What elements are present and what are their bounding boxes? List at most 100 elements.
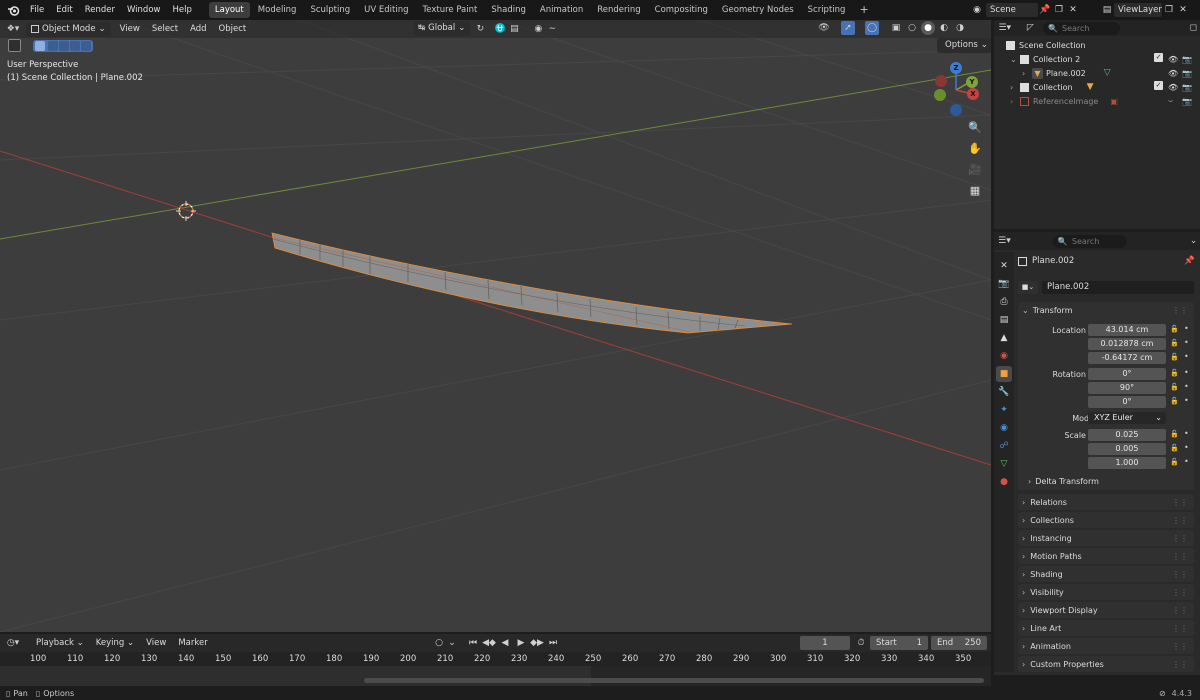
shading-material-icon[interactable]: ◐	[937, 21, 951, 35]
snap-target-icon[interactable]: ▤	[507, 22, 521, 36]
new-view-layer-icon[interactable]: ❐	[1162, 3, 1176, 17]
delete-view-layer-icon[interactable]: ✕	[1176, 3, 1190, 17]
frame-ruler[interactable]: 100 110 120 130 140 150 160 170 180 190 …	[0, 652, 991, 666]
falloff-icon[interactable]: ∼	[545, 22, 559, 36]
properties-options-icon[interactable]: ⌄	[1187, 234, 1200, 248]
select-invert-icon[interactable]	[70, 40, 80, 51]
keyframe-dot-icon[interactable]: •	[1184, 368, 1189, 377]
rotation-mode-dropdown[interactable]: XYZ Euler ⌄	[1088, 412, 1166, 424]
location-y-field[interactable]: 0.012878 cm	[1088, 338, 1166, 350]
object-mode-dropdown[interactable]: Object Mode ⌄	[26, 21, 111, 37]
rotation-y-field[interactable]: 90°	[1088, 382, 1166, 394]
menu-help[interactable]: Help	[166, 0, 197, 20]
shading-solid-icon[interactable]: ●	[921, 21, 935, 35]
jump-start-icon[interactable]: ⏮	[466, 636, 480, 650]
3d-viewport[interactable]: ❖▾ Object Mode ⌄ View Select Add Object …	[0, 20, 991, 632]
gizmo-neg-z-axis[interactable]	[950, 104, 962, 116]
drag-handle-icon[interactable]: ⋮⋮	[1172, 624, 1188, 633]
drag-handle-icon[interactable]: ⋮⋮	[1172, 660, 1188, 669]
checkbox-icon[interactable]: ✓	[1154, 53, 1163, 62]
camera-icon[interactable]: 📷	[1182, 97, 1192, 106]
drag-handle-icon[interactable]: ⋮⋮	[1172, 498, 1188, 507]
checkbox-icon[interactable]: ✓	[1154, 81, 1163, 90]
tab-modeling[interactable]: Modeling	[252, 2, 303, 18]
tab-layout[interactable]: Layout	[208, 2, 250, 18]
camera-icon[interactable]: 📷	[1182, 83, 1192, 92]
camera-icon[interactable]: 📷	[1182, 69, 1192, 78]
tool-tab-icon[interactable]: ✕	[996, 258, 1012, 274]
scene-name[interactable]: Scene	[986, 3, 1038, 17]
shading-panel[interactable]: › Shading ⋮⋮	[1018, 566, 1194, 582]
eye-icon[interactable]: 👁	[1168, 69, 1178, 78]
render-tab-icon[interactable]: 📷	[996, 276, 1012, 292]
keyframe-dot-icon[interactable]: •	[1184, 382, 1189, 391]
line-art-panel[interactable]: › Line Art ⋮⋮	[1018, 620, 1194, 636]
current-frame-field[interactable]: 1	[800, 636, 850, 650]
zoom-icon[interactable]: 🔍	[965, 117, 985, 137]
timeline-track-area[interactable]	[0, 666, 991, 686]
visibility-icon[interactable]: 👁	[817, 21, 831, 35]
select-extend-icon[interactable]	[48, 40, 58, 51]
keyframe-dot-icon[interactable]: •	[1184, 429, 1189, 438]
drag-handle-icon[interactable]: ⋮⋮	[1172, 588, 1188, 597]
outliner-item-plane-002[interactable]: › ▼ Plane.002 ▽ 👁 📷	[994, 66, 1200, 80]
delta-transform-subpanel[interactable]: › Delta Transform	[1028, 477, 1099, 486]
location-z-field[interactable]: -0.64172 cm	[1088, 352, 1166, 364]
chevron-down-icon[interactable]: ⌄	[1010, 55, 1020, 64]
tab-animation[interactable]: Animation	[534, 2, 589, 18]
drag-handle-icon[interactable]: ⋮⋮	[1172, 516, 1188, 525]
scene-tab-icon[interactable]: ▲	[996, 330, 1012, 346]
properties-editor-icon[interactable]: ☰▾	[998, 234, 1011, 248]
chevron-right-icon[interactable]: ›	[1010, 97, 1020, 106]
drag-handle-icon[interactable]: ⋮⋮	[1172, 570, 1188, 579]
outliner-search[interactable]: 🔍 Search	[1043, 21, 1121, 35]
view-layer-name[interactable]: ViewLayer	[1114, 3, 1162, 17]
tab-scripting[interactable]: Scripting	[802, 2, 852, 18]
gizmo-x-axis[interactable]: X	[967, 88, 979, 100]
lock-icon[interactable]: 🔓	[1170, 325, 1179, 335]
eye-closed-icon[interactable]: ⌣	[1168, 96, 1173, 106]
datablock-name-field[interactable]: Plane.002	[1042, 280, 1194, 294]
properties-search[interactable]: 🔍 Search	[1052, 234, 1128, 248]
timeline-editor-icon[interactable]: ◷▾	[6, 636, 20, 650]
proportional-edit-icon[interactable]: ◉	[531, 22, 545, 36]
gizmo-neg-x-axis[interactable]	[935, 75, 947, 87]
auto-key-icon[interactable]: ○	[432, 636, 446, 650]
lock-icon[interactable]: 🔓	[1170, 458, 1179, 468]
tab-shading[interactable]: Shading	[485, 2, 532, 18]
gizmo-toggle-icon[interactable]: ➚	[841, 21, 855, 35]
physics-tab-icon[interactable]: ◉	[996, 420, 1012, 436]
eye-icon[interactable]: 👁	[1168, 83, 1178, 92]
menu-render[interactable]: Render	[79, 0, 121, 20]
outliner-item-collection[interactable]: › Collection ▼ ✓ 👁 📷	[994, 80, 1200, 94]
overlay-toggle-icon[interactable]: ◯	[865, 21, 879, 35]
lock-icon[interactable]: 🔓	[1170, 353, 1179, 363]
start-frame-field[interactable]: Start 1	[870, 636, 928, 650]
select-intersect-icon[interactable]	[81, 40, 91, 51]
menu-file[interactable]: File	[24, 0, 50, 20]
keyframe-dot-icon[interactable]: •	[1184, 352, 1189, 361]
lock-icon[interactable]: 🔓	[1170, 339, 1179, 349]
blender-logo-icon[interactable]	[6, 3, 20, 17]
tab-uv-editing[interactable]: UV Editing	[358, 2, 414, 18]
navigation-gizmo[interactable]: Z Y X	[930, 60, 980, 116]
shading-rendered-icon[interactable]: ◑	[953, 21, 967, 35]
mesh-data-icon[interactable]: ▽	[1104, 68, 1111, 78]
drag-handle-icon[interactable]: ⋮⋮	[1172, 534, 1188, 543]
play-reverse-icon[interactable]: ◀	[498, 636, 512, 650]
xray-icon[interactable]: ▣	[889, 21, 903, 35]
data-tab-icon[interactable]: ▽	[996, 456, 1012, 472]
outliner-editor-icon[interactable]: ☰▾	[998, 21, 1012, 35]
timeline-menu-playback[interactable]: Playback ⌄	[30, 638, 90, 648]
jump-end-icon[interactable]: ⏭	[546, 636, 560, 650]
select-subtract-icon[interactable]	[59, 40, 69, 51]
viewport-menu-object[interactable]: Object	[213, 24, 253, 34]
lock-icon[interactable]: 🔓	[1170, 369, 1179, 379]
timeline-scrollbar[interactable]	[364, 678, 984, 683]
modifier-tab-icon[interactable]: 🔧	[996, 384, 1012, 400]
pivot-icon[interactable]: ↻	[473, 22, 487, 36]
end-frame-field[interactable]: End 250	[931, 636, 987, 650]
tab-sculpting[interactable]: Sculpting	[304, 2, 356, 18]
pin-icon[interactable]: 📌	[1038, 3, 1052, 17]
jump-keyframe-forward-icon[interactable]: ◆▶	[530, 636, 544, 650]
